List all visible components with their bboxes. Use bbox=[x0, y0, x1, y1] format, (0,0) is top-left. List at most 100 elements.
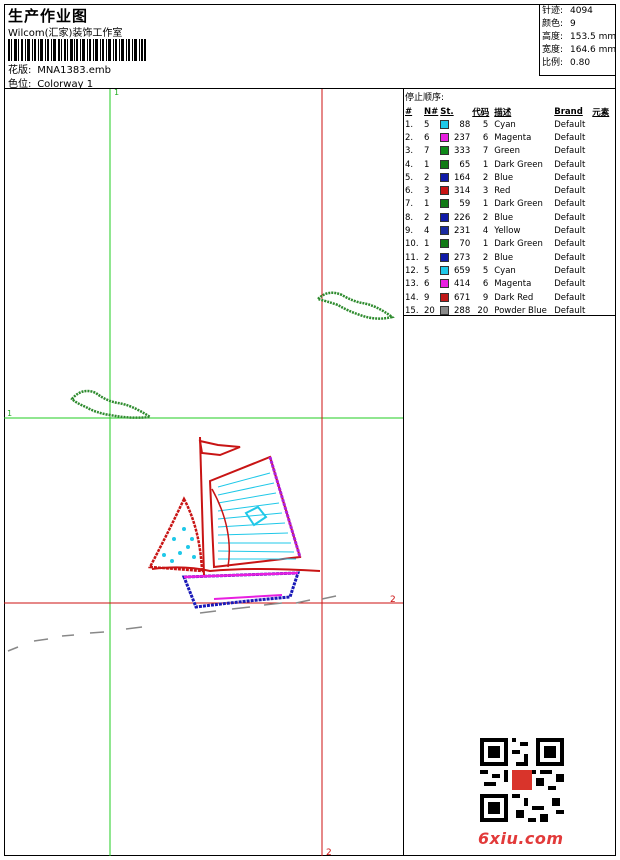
row-code: 6 bbox=[482, 132, 489, 143]
row-stitches: 288 bbox=[454, 305, 471, 316]
boat-hull bbox=[181, 571, 301, 609]
col-brand: Brand bbox=[554, 106, 583, 117]
stop-sequence-table: # N# St. 代码 描述 Brand 元素 1. 5 88 5 Cyan Defaul… bbox=[405, 105, 611, 317]
row-needle: 9 bbox=[424, 292, 430, 303]
row-needle: 6 bbox=[424, 132, 430, 143]
row-element bbox=[592, 251, 611, 264]
panel-divider bbox=[403, 89, 404, 856]
company-name: Wilcom(汇家)装饰工作室 bbox=[8, 28, 123, 39]
row-stitches: 231 bbox=[454, 226, 471, 237]
row-brand: Default bbox=[554, 212, 586, 223]
row-index: 7. bbox=[405, 199, 414, 210]
table-row: 7. 1 59 1 Dark Green Default bbox=[405, 198, 611, 211]
row-code: 4 bbox=[482, 226, 489, 237]
row-needle: 5 bbox=[424, 265, 430, 276]
row-needle: 3 bbox=[424, 186, 430, 197]
row-description: Cyan bbox=[494, 119, 516, 130]
row-index: 6. bbox=[405, 186, 414, 197]
row-code: 1 bbox=[482, 159, 489, 170]
color-swatch bbox=[440, 305, 450, 315]
row-index: 4. bbox=[405, 159, 414, 170]
row-needle: 2 bbox=[424, 252, 430, 263]
row-swatch bbox=[440, 198, 452, 211]
row-code: 20 bbox=[477, 305, 489, 316]
row-element bbox=[592, 158, 611, 171]
row-index: 9. bbox=[405, 226, 414, 237]
color-swatch bbox=[440, 119, 450, 129]
stat-colors: 颜色: 9 bbox=[542, 19, 576, 29]
row-description: Yellow bbox=[494, 226, 521, 237]
row-stitches: 314 bbox=[454, 186, 471, 197]
row-swatch bbox=[440, 171, 452, 184]
row-index: 12. bbox=[405, 265, 419, 276]
row-element bbox=[592, 184, 611, 197]
row-stitches: 164 bbox=[454, 172, 471, 183]
row-needle: 20 bbox=[424, 305, 435, 316]
row-index: 3. bbox=[405, 146, 414, 157]
row-description: Powder Blue bbox=[494, 305, 547, 316]
watermark-site: 6xiu.com bbox=[478, 829, 564, 848]
qr-seal bbox=[512, 770, 532, 790]
color-swatch bbox=[440, 252, 450, 262]
row-stitches: 59 bbox=[459, 199, 471, 210]
guide-label-red-bottom: 2 bbox=[326, 848, 332, 856]
row-element bbox=[592, 278, 611, 291]
guide-label-green-top: 1 bbox=[114, 89, 119, 97]
row-element bbox=[592, 171, 611, 184]
row-needle: 2 bbox=[424, 172, 430, 183]
row-swatch bbox=[440, 224, 452, 237]
row-swatch bbox=[440, 118, 452, 131]
row-brand: Default bbox=[554, 239, 586, 250]
color-swatch bbox=[440, 186, 450, 196]
row-needle: 6 bbox=[424, 279, 430, 290]
row-brand: Default bbox=[554, 226, 586, 237]
row-swatch bbox=[440, 251, 452, 264]
row-swatch bbox=[440, 131, 452, 144]
stat-scale: 比例: 0.80 bbox=[542, 58, 591, 68]
row-brand: Default bbox=[554, 305, 586, 316]
row-code: 2 bbox=[482, 252, 489, 263]
row-brand: Default bbox=[554, 132, 586, 143]
row-stitches: 70 bbox=[459, 239, 471, 250]
row-needle: 2 bbox=[424, 212, 430, 223]
row-element bbox=[592, 224, 611, 237]
page-title: 生产作业图 bbox=[8, 7, 89, 25]
row-description: Red bbox=[494, 186, 511, 197]
row-index: 2. bbox=[405, 132, 414, 143]
col-index: # bbox=[405, 106, 413, 117]
color-swatch bbox=[440, 172, 450, 182]
color-swatch bbox=[440, 226, 450, 236]
table-row: 13. 6 414 6 Magenta Default bbox=[405, 278, 611, 291]
row-stitches: 65 bbox=[459, 159, 471, 170]
row-code: 5 bbox=[482, 265, 489, 276]
row-needle: 5 bbox=[424, 119, 430, 130]
color-swatch bbox=[440, 239, 450, 249]
row-needle: 7 bbox=[424, 146, 430, 157]
row-element bbox=[592, 211, 611, 224]
row-code: 7 bbox=[482, 146, 489, 157]
row-code: 1 bbox=[482, 199, 489, 210]
colorway-row: 色位: Colorway 1 bbox=[8, 75, 93, 90]
stat-height: 高度: 153.5 mm bbox=[542, 32, 617, 42]
row-code: 5 bbox=[482, 119, 489, 130]
row-swatch bbox=[440, 158, 452, 171]
row-brand: Default bbox=[554, 159, 586, 170]
row-description: Dark Green bbox=[494, 159, 543, 170]
row-swatch bbox=[440, 291, 452, 304]
main-sail-patch bbox=[244, 505, 268, 527]
color-swatch bbox=[440, 265, 450, 275]
row-stitches: 414 bbox=[454, 279, 471, 290]
row-description: Blue bbox=[494, 212, 514, 223]
row-description: Magenta bbox=[494, 132, 532, 143]
col-element: 元素 bbox=[592, 107, 610, 118]
row-code: 9 bbox=[482, 292, 489, 303]
stats-box: 针迹: 4094 颜色: 9 高度: 153.5 mm 宽度: 164.6 mm 比例:… bbox=[539, 4, 616, 76]
color-swatch bbox=[440, 132, 450, 142]
row-brand: Default bbox=[554, 265, 586, 276]
front-sail bbox=[148, 496, 204, 573]
row-swatch bbox=[440, 304, 452, 317]
row-element bbox=[592, 131, 611, 144]
row-description: Dark Red bbox=[494, 292, 534, 303]
row-code: 2 bbox=[482, 172, 489, 183]
table-row: 1. 5 88 5 Cyan Default bbox=[405, 118, 611, 131]
